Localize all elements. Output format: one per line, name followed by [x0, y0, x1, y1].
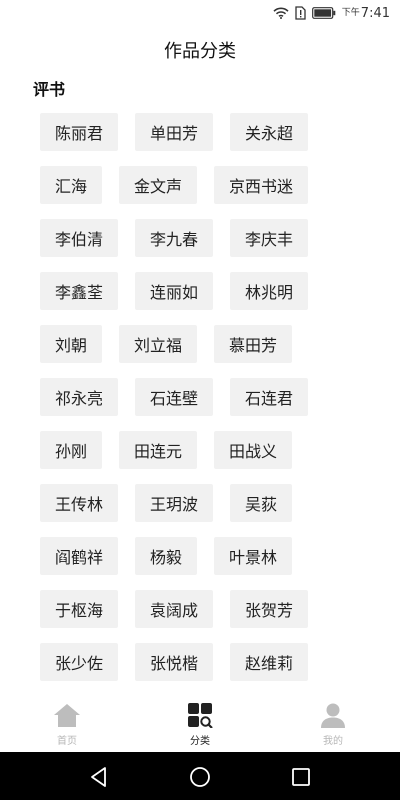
battery-icon — [311, 7, 336, 19]
home-circle-icon[interactable] — [187, 764, 213, 790]
author-chip[interactable]: 孙刚 — [40, 431, 103, 469]
tab-home[interactable]: 首页 — [37, 702, 97, 750]
author-chip[interactable]: 张少佐 — [40, 643, 119, 681]
status-indicators: 下午 7:41 — [273, 6, 390, 20]
chip-row: 李伯清 李九春 李庆丰 — [40, 219, 370, 257]
tab-mine[interactable]: 我的 — [303, 702, 363, 750]
author-chip[interactable]: 刘立福 — [119, 325, 198, 363]
chip-row: 孙刚 田连元 田战义 — [40, 431, 370, 469]
author-chip[interactable]: 杨毅 — [135, 537, 198, 575]
chip-row: 阎鹤祥 杨毅 叶景林 — [40, 537, 370, 575]
author-chip[interactable]: 张贺芳 — [230, 590, 309, 628]
author-chip[interactable]: 慕田芳 — [214, 325, 293, 363]
author-chip-grid: 陈丽君 单田芳 关永超 汇海 金文声 京西书迷 李伯清 李九春 李庆丰 李鑫荃 … — [40, 113, 370, 696]
author-chip[interactable]: 阎鹤祥 — [40, 537, 119, 575]
tab-mine-label: 我的 — [323, 736, 343, 747]
chip-row: 于枢海 袁阔成 张贺芳 — [40, 590, 370, 628]
author-chip[interactable]: 叶景林 — [214, 537, 293, 575]
tab-category-label: 分类 — [190, 736, 210, 747]
section-title: 评书 — [33, 80, 66, 99]
back-icon[interactable] — [86, 764, 112, 790]
chip-row: 陈丽君 单田芳 关永超 — [40, 113, 370, 151]
author-chip[interactable]: 张悦楷 — [135, 643, 214, 681]
author-chip[interactable]: 刘朝 — [40, 325, 103, 363]
status-time: 7:41 — [360, 5, 390, 21]
author-chip[interactable]: 田连元 — [119, 431, 198, 469]
chip-row: 张少佐 张悦楷 赵维莉 — [40, 643, 370, 681]
bottom-tab-bar: 首页 分类 我的 — [0, 698, 400, 752]
author-chip[interactable]: 于枢海 — [40, 590, 119, 628]
author-chip[interactable]: 陈丽君 — [40, 113, 119, 151]
author-chip[interactable]: 李九春 — [135, 219, 214, 257]
chip-row: 汇海 金文声 京西书迷 — [40, 166, 370, 204]
author-chip[interactable]: 祁永亮 — [40, 378, 119, 416]
author-chip[interactable]: 关永超 — [230, 113, 309, 151]
author-chip[interactable]: 石连君 — [230, 378, 309, 416]
page-title: 作品分类 — [164, 41, 236, 62]
author-chip[interactable]: 单田芳 — [135, 113, 214, 151]
wifi-icon — [273, 7, 289, 19]
recents-icon[interactable] — [288, 764, 314, 790]
tab-home-label: 首页 — [57, 736, 77, 747]
author-chip[interactable]: 吴荻 — [230, 484, 293, 522]
chip-row: 王传林 王玥波 吴荻 — [40, 484, 370, 522]
system-nav-bar — [0, 752, 400, 800]
tab-category[interactable]: 分类 — [170, 702, 230, 750]
author-chip[interactable]: 金文声 — [119, 166, 198, 204]
home-icon — [53, 702, 81, 732]
user-icon — [319, 702, 347, 732]
author-chip[interactable]: 李伯清 — [40, 219, 119, 257]
author-chip[interactable]: 石连壁 — [135, 378, 214, 416]
author-chip[interactable]: 京西书迷 — [214, 166, 309, 204]
author-chip[interactable]: 王传林 — [40, 484, 119, 522]
chip-row: 刘朝 刘立福 慕田芳 — [40, 325, 370, 363]
author-chip[interactable]: 李鑫荃 — [40, 272, 119, 310]
author-chip[interactable]: 赵维莉 — [230, 643, 309, 681]
author-chip[interactable]: 林兆明 — [230, 272, 309, 310]
author-chip[interactable]: 汇海 — [40, 166, 103, 204]
author-chip[interactable]: 袁阔成 — [135, 590, 214, 628]
status-bar: 下午 7:41 — [0, 0, 400, 28]
sim-alert-icon — [295, 6, 306, 20]
author-chip[interactable]: 连丽如 — [135, 272, 214, 310]
chip-row: 李鑫荃 连丽如 林兆明 — [40, 272, 370, 310]
category-search-icon — [186, 702, 214, 732]
status-ampm: 下午 — [341, 7, 360, 18]
author-chip[interactable]: 王玥波 — [135, 484, 214, 522]
author-chip[interactable]: 李庆丰 — [230, 219, 309, 257]
author-chip[interactable]: 田战义 — [214, 431, 293, 469]
chip-row: 祁永亮 石连壁 石连君 — [40, 378, 370, 416]
